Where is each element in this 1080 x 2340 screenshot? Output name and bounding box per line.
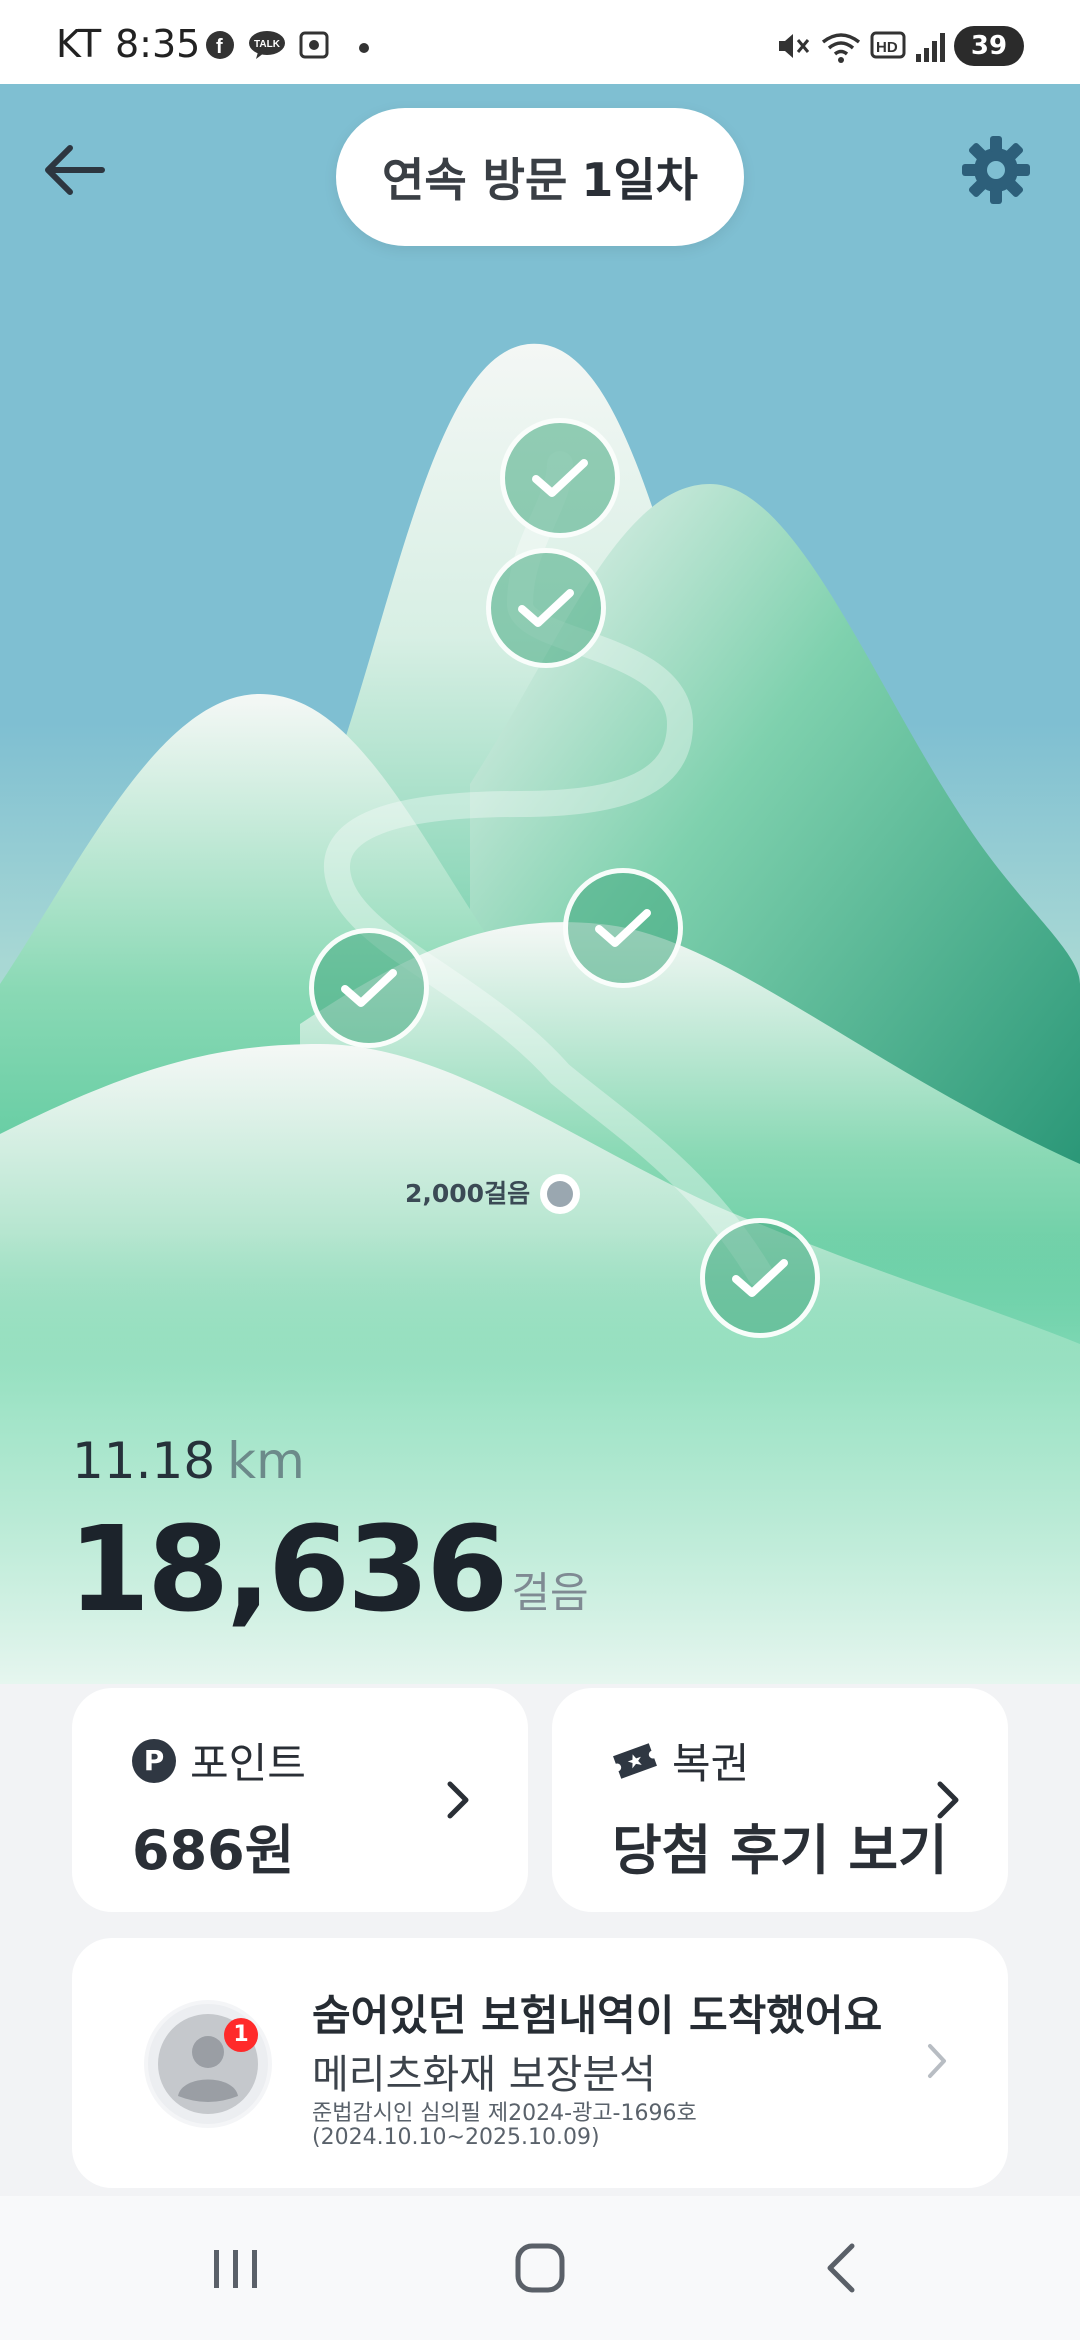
points-label-row: P 포인트 xyxy=(132,1730,306,1791)
checkpoint-completed[interactable] xyxy=(309,928,429,1048)
clock: 8:35 xyxy=(115,22,201,66)
checkpoint-completed[interactable] xyxy=(563,868,683,988)
mute-icon xyxy=(779,34,810,58)
checkpoint-completed[interactable] xyxy=(486,548,606,668)
check-icon xyxy=(341,969,397,1007)
facebook-icon: f xyxy=(206,31,234,59)
wifi-icon xyxy=(821,33,861,63)
points-icon: P xyxy=(132,1738,176,1783)
checkpoint-completed[interactable] xyxy=(700,1218,820,1338)
points-value: 686원 xyxy=(132,1819,295,1882)
visit-streak-pill: 연속 방문 1일차 xyxy=(336,108,744,246)
check-icon xyxy=(732,1259,788,1297)
chevron-right-icon xyxy=(928,2044,946,2078)
system-nav-bar xyxy=(0,2196,1080,2340)
ticket-icon xyxy=(613,1742,657,1779)
recent-apps-button[interactable] xyxy=(196,2236,276,2300)
insurance-legal-notice: 준법감시인 심의필 제2024-광고-1696호 (2024.10.10~202… xyxy=(312,2102,697,2150)
svg-text:TALK: TALK xyxy=(254,39,281,50)
visit-streak-day: 1일차 xyxy=(581,153,698,207)
points-card[interactable]: P 포인트 686원 xyxy=(72,1688,528,1912)
chevron-right-icon xyxy=(447,1781,469,1819)
check-icon xyxy=(595,909,651,947)
chevron-right-icon xyxy=(937,1781,959,1819)
distance-unit: km xyxy=(227,1432,305,1490)
hd-icon: HD xyxy=(870,31,906,59)
legal-line-1: 준법감시인 심의필 제2024-광고-1696호 xyxy=(312,2101,697,2126)
status-bar: KT 8:35 f TALK HD 39 xyxy=(0,0,1080,84)
svg-text:HD: HD xyxy=(876,39,898,56)
step-marker-label: 2,000걸음 xyxy=(405,1179,531,1208)
avatar: 1 xyxy=(144,2000,272,2128)
walking-hero: 연속 방문 1일차 2,000걸음 11.18 km xyxy=(0,84,1080,1684)
lottery-label: 복권 xyxy=(672,1739,750,1788)
back-button[interactable] xyxy=(38,134,110,206)
distance-display: 11.18 km xyxy=(72,1432,305,1490)
points-label: 포인트 xyxy=(190,1739,306,1788)
notification-badge: 1 xyxy=(224,2018,258,2052)
insurance-banner[interactable]: 1 숨어있던 보험내역이 도착했어요 메리츠화재 보장분석 준법감시인 심의필 … xyxy=(72,1938,1008,2188)
checkpoint-completed[interactable] xyxy=(500,418,620,538)
insurance-subtitle: 메리츠화재 보장분석 xyxy=(312,2052,656,2098)
carrier-label: KT xyxy=(56,22,102,66)
signal-icon xyxy=(916,33,945,62)
lottery-value: 당첨 후기 보기 xyxy=(612,1819,948,1882)
kakaotalk-icon: TALK xyxy=(249,31,285,59)
check-icon xyxy=(518,589,574,627)
battery-indicator: 39 xyxy=(954,26,1024,66)
step-count-display: 18,636 걸음 xyxy=(68,1510,589,1628)
check-icon xyxy=(532,459,588,497)
home-button[interactable] xyxy=(500,2236,580,2300)
back-nav-button[interactable] xyxy=(802,2236,882,2300)
dot-icon xyxy=(359,43,369,53)
step-marker[interactable] xyxy=(540,1174,580,1214)
gear-icon[interactable] xyxy=(958,132,1034,208)
lottery-card[interactable]: 복권 당첨 후기 보기 xyxy=(552,1688,1008,1912)
distance-value: 11.18 xyxy=(72,1432,216,1490)
insurance-title: 숨어있던 보험내역이 도착했어요 xyxy=(312,1991,883,2040)
step-count-value: 18,636 xyxy=(68,1500,508,1638)
screenshot-icon xyxy=(299,31,329,59)
svg-text:f: f xyxy=(216,36,223,58)
step-marker-dot xyxy=(547,1181,573,1207)
lottery-label-row: 복권 xyxy=(612,1730,749,1791)
visit-streak-label: 연속 방문 xyxy=(382,153,568,207)
legal-line-2: (2024.10.10~2025.10.09) xyxy=(312,2125,600,2150)
step-count-unit: 걸음 xyxy=(511,1568,589,1617)
